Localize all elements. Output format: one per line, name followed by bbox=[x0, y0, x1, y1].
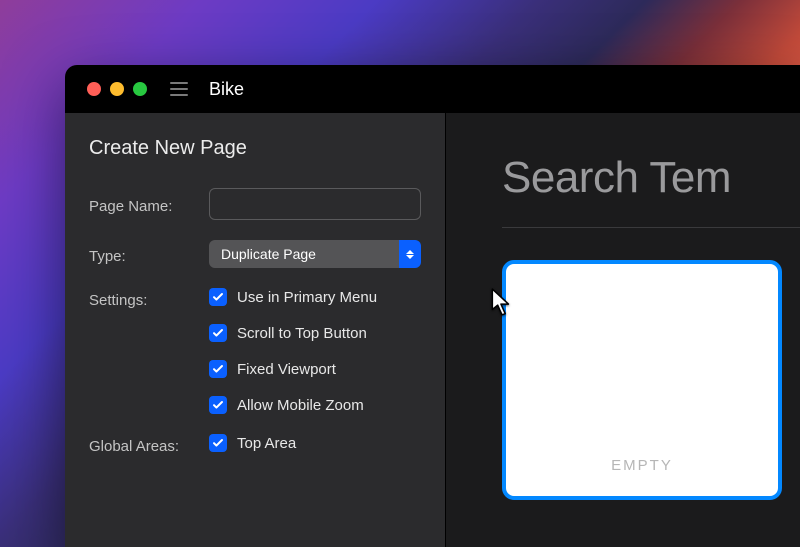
checkbox-checked-icon bbox=[209, 396, 227, 414]
setting-label: Allow Mobile Zoom bbox=[237, 397, 364, 414]
global-area-top[interactable]: Top Area bbox=[209, 434, 421, 452]
setting-fixed-viewport[interactable]: Fixed Viewport bbox=[209, 360, 421, 378]
page-name-label: Page Name: bbox=[89, 194, 209, 215]
main-heading: Search Tem bbox=[502, 153, 800, 203]
global-areas-label: Global Areas: bbox=[89, 434, 209, 455]
sidebar-panel: Create New Page Page Name: Type: Duplica… bbox=[65, 113, 445, 547]
menu-icon[interactable] bbox=[170, 82, 188, 96]
setting-scroll-top[interactable]: Scroll to Top Button bbox=[209, 324, 421, 342]
page-name-input[interactable] bbox=[209, 188, 421, 220]
setting-label: Scroll to Top Button bbox=[237, 325, 367, 342]
checkbox-checked-icon bbox=[209, 288, 227, 306]
section-title: Create New Page bbox=[89, 137, 421, 160]
type-select[interactable]: Duplicate Page bbox=[209, 240, 421, 268]
checkbox-checked-icon bbox=[209, 360, 227, 378]
type-label: Type: bbox=[89, 244, 209, 265]
checkbox-checked-icon bbox=[209, 434, 227, 452]
setting-label: Fixed Viewport bbox=[237, 361, 336, 378]
app-title: Bike bbox=[209, 79, 244, 100]
app-window: Bike Create New Page Page Name: Type: Du… bbox=[65, 65, 800, 547]
global-area-label: Top Area bbox=[237, 435, 296, 452]
fullscreen-window-button[interactable] bbox=[133, 82, 147, 96]
settings-label: Settings: bbox=[89, 288, 209, 309]
minimize-window-button[interactable] bbox=[110, 82, 124, 96]
setting-label: Use in Primary Menu bbox=[237, 289, 377, 306]
template-empty-label: EMPTY bbox=[611, 457, 673, 474]
titlebar: Bike bbox=[65, 65, 800, 113]
close-window-button[interactable] bbox=[87, 82, 101, 96]
main-pane: Search Tem EMPTY bbox=[445, 113, 800, 547]
setting-mobile-zoom[interactable]: Allow Mobile Zoom bbox=[209, 396, 421, 414]
checkbox-checked-icon bbox=[209, 324, 227, 342]
divider bbox=[502, 227, 800, 228]
template-card[interactable]: EMPTY bbox=[502, 260, 782, 500]
type-select-value: Duplicate Page bbox=[209, 240, 399, 268]
chevron-up-down-icon bbox=[399, 240, 421, 268]
setting-use-primary-menu[interactable]: Use in Primary Menu bbox=[209, 288, 421, 306]
